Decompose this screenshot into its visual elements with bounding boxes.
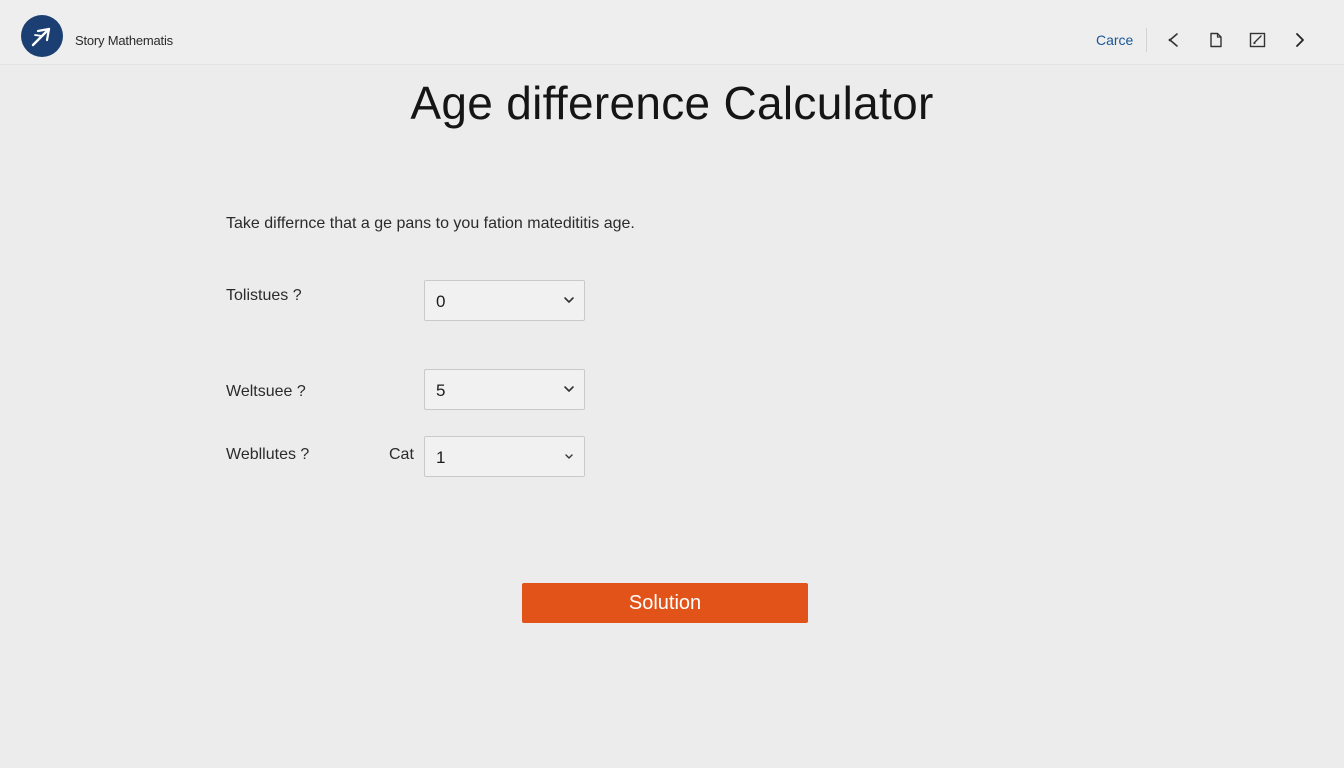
brand-name: Story Mathematis: [75, 33, 173, 48]
chevron-down-icon: [564, 386, 574, 392]
logo[interactable]: [21, 15, 63, 57]
select-value-2: 5: [436, 381, 446, 400]
chevron-down-icon: [564, 297, 574, 303]
unit-label-3: Cat: [389, 446, 414, 463]
select-value-1: 0: [436, 292, 446, 311]
share-icon[interactable]: [1162, 28, 1186, 52]
page-title: Age difference Calculator: [410, 77, 934, 129]
age-select-2[interactable]: 5: [424, 369, 585, 410]
top-bar: Story Mathematis Carce: [0, 0, 1344, 65]
age-select-1[interactable]: 0: [424, 280, 585, 321]
select-value-3: 1: [436, 448, 446, 467]
plane-logo-icon: [31, 27, 51, 47]
header-divider: [1146, 28, 1147, 52]
field-label-2: Weltsuee ?: [226, 383, 306, 400]
field-label-1: Tolistues ?: [226, 287, 302, 304]
chevron-right-icon[interactable]: [1288, 28, 1312, 52]
solution-button[interactable]: Solution: [522, 583, 808, 623]
edit-icon[interactable]: [1246, 28, 1270, 52]
app-page: Story Mathematis Carce Age difference Ca…: [0, 0, 1344, 768]
instruction-text: Take differnce that a ge pans to you fat…: [226, 215, 635, 232]
field-label-3: Webllutes ?: [226, 446, 310, 463]
cancel-link[interactable]: Carce: [1096, 32, 1133, 48]
document-icon[interactable]: [1204, 28, 1228, 52]
age-select-3[interactable]: 1: [424, 436, 585, 477]
chevron-down-icon: [565, 454, 573, 459]
